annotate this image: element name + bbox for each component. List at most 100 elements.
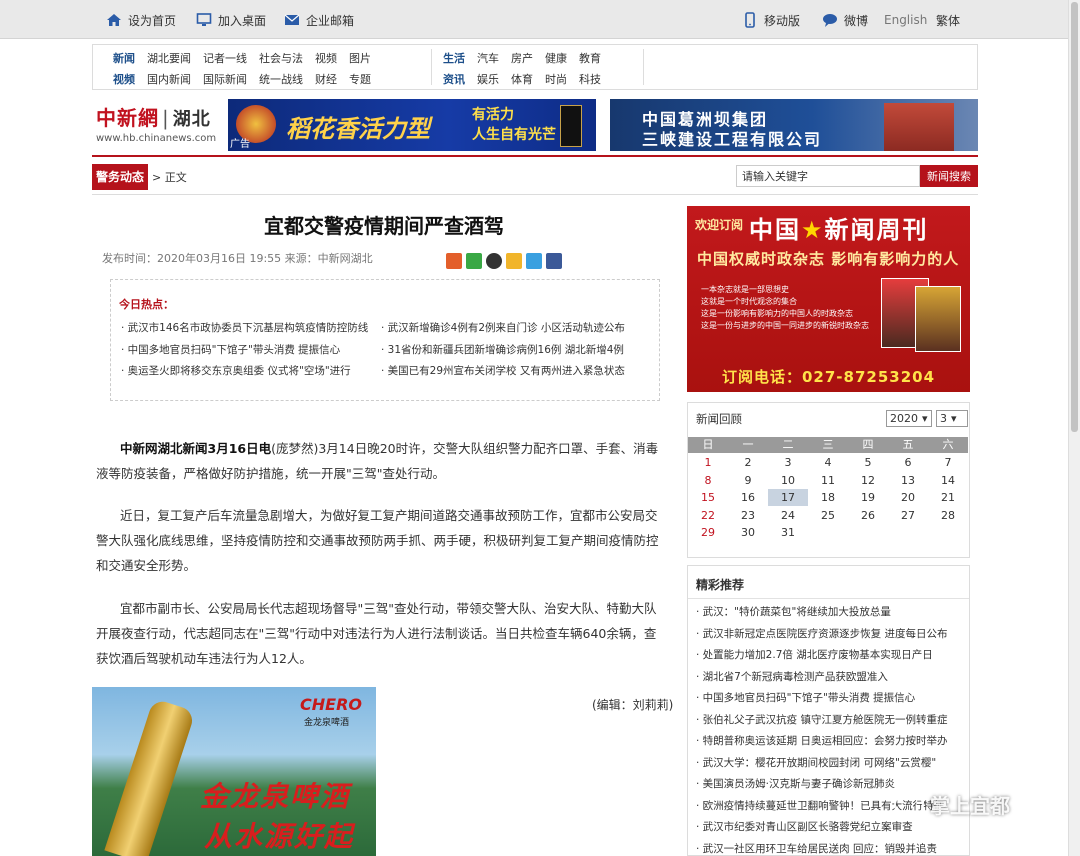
calendar-day[interactable]: 19	[848, 489, 888, 506]
weekday-label: 二	[782, 438, 794, 451]
share-qq-icon[interactable]	[486, 253, 502, 269]
channel-link[interactable]: 记者一线	[203, 50, 247, 66]
channel-link[interactable]: 国内新闻	[147, 71, 191, 87]
recommend-link[interactable]: · 美国演员汤姆·汉克斯与妻子确诊新冠肺炎	[696, 776, 964, 791]
hot-topics-box: 今日热点： · 武汉市146名市政协委员下沉基层构筑疫情防控防线 · 武汉新增确…	[110, 279, 660, 401]
channel-link[interactable]: 健康	[545, 50, 567, 66]
channel-link[interactable]: 生活	[443, 50, 465, 66]
calendar-day[interactable]: 5	[848, 454, 888, 471]
channel-link[interactable]: 汽车	[477, 50, 499, 66]
calendar-day[interactable]: 1	[688, 454, 728, 471]
scrollbar-thumb[interactable]	[1071, 2, 1078, 432]
channel-link[interactable]: 娱乐	[477, 71, 499, 87]
hot-topic-link[interactable]: · 奥运圣火即将移交东京奥组委 仪式将"空场"进行	[121, 363, 351, 378]
calendar-day[interactable]: 25	[808, 507, 848, 524]
calendar-day[interactable]: 29	[688, 524, 728, 541]
channel-divider	[643, 49, 644, 85]
weibo-link[interactable]: 微博	[822, 11, 868, 29]
beer-ad[interactable]: CHERO 金龙泉啤酒 金龙泉啤酒 从水源好起	[92, 687, 376, 856]
calendar-day[interactable]: 13	[888, 472, 928, 489]
hot-topic-link[interactable]: · 武汉市146名市政协委员下沉基层构筑疫情防控防线	[121, 320, 368, 335]
channel-link[interactable]: 科技	[579, 71, 601, 87]
enterprise-mail-link[interactable]: 企业邮箱	[284, 11, 354, 29]
calendar-day[interactable]: 12	[848, 472, 888, 489]
channel-link[interactable]: 资讯	[443, 71, 465, 87]
hot-topic-link[interactable]: · 武汉新增确诊4例有2例来自门诊 小区活动轨迹公布	[381, 320, 625, 335]
banner-ad-gezhouba[interactable]: 中国葛洲坝集团 三峡建设工程有限公司	[610, 99, 978, 151]
traditional-chinese-link[interactable]: 繁体	[936, 11, 960, 29]
site-logo[interactable]: 中新網 | 湖北 www.hb.chinanews.com	[96, 102, 220, 150]
channel-link[interactable]: 湖北要闻	[147, 50, 191, 66]
channel-link[interactable]: 专题	[349, 71, 371, 87]
calendar-day[interactable]: 16	[728, 489, 768, 506]
channel-link[interactable]: 教育	[579, 50, 601, 66]
channel-link[interactable]: 统一战线	[259, 71, 303, 87]
calendar-day[interactable]: 28	[928, 507, 968, 524]
news-search-button[interactable]: 新闻搜索	[920, 165, 978, 187]
mobile-version-link[interactable]: 移动版	[742, 11, 800, 29]
calendar-day[interactable]: 3	[768, 454, 808, 471]
share-qzone-icon[interactable]	[506, 253, 522, 269]
recommend-link[interactable]: · 湖北省7个新冠病毒检测产品获欧盟准入	[696, 669, 964, 684]
search-input[interactable]	[736, 165, 920, 187]
channel-link[interactable]: 视频	[315, 50, 337, 66]
calendar-day[interactable]: 23	[728, 507, 768, 524]
share-facebook-icon[interactable]	[546, 253, 562, 269]
calendar-day[interactable]: 9	[728, 472, 768, 489]
calendar-day[interactable]: 30	[728, 524, 768, 541]
calendar-day[interactable]: 14	[928, 472, 968, 489]
chevron-down-icon: ▾	[922, 412, 928, 425]
calendar-day[interactable]: 15	[688, 489, 728, 506]
calendar-day[interactable]: 26	[848, 507, 888, 524]
share-wechat-icon[interactable]	[466, 253, 482, 269]
english-link[interactable]: English	[884, 11, 927, 29]
calendar-day[interactable]: 18	[808, 489, 848, 506]
year-select[interactable]: 2020 ▾	[886, 410, 932, 427]
hot-topic-link[interactable]: · 31省份和新疆兵团新增确诊病例16例 湖北新增4例	[381, 342, 624, 357]
calendar-day[interactable]: 20	[888, 489, 928, 506]
calendar-day[interactable]: 6	[888, 454, 928, 471]
calendar-day[interactable]: 4	[808, 454, 848, 471]
channel-link[interactable]: 财经	[315, 71, 337, 87]
calendar-day[interactable]: 11	[808, 472, 848, 489]
calendar-day[interactable]: 24	[768, 507, 808, 524]
magazine-ad[interactable]: 欢迎订阅 中国★新闻周刊 中国权威时政杂志 影响有影响力的人 一本杂志就是一部思…	[687, 206, 970, 392]
share-weibo-icon[interactable]	[446, 253, 462, 269]
recommend-link[interactable]: · 武汉大学：樱花开放期间校园封闭 可网络"云赏樱"	[696, 755, 964, 770]
recommend-link[interactable]: · 武汉："特价蔬菜包"将继续加大投放总量	[696, 604, 964, 619]
hot-topic-link[interactable]: · 美国已有29州宣布关闭学校 又有两州进入紧急状态	[381, 363, 625, 378]
calendar-day[interactable]: 22	[688, 507, 728, 524]
set-homepage-link[interactable]: 设为首页	[106, 11, 176, 29]
channel-link[interactable]: 国际新闻	[203, 71, 247, 87]
calendar-day[interactable]: 17	[768, 489, 808, 507]
calendar-day[interactable]: 31	[768, 524, 808, 541]
channel-link[interactable]: 视频	[113, 71, 135, 87]
share-twitter-icon[interactable]	[526, 253, 542, 269]
recommend-link[interactable]: · 张伯礼父子武汉抗疫 镇守江夏方舱医院无一例转重症	[696, 712, 964, 727]
calendar-day[interactable]: 21	[928, 489, 968, 506]
recommend-link[interactable]: · 中国多地官员扫码"下馆子"带头消费 提振信心	[696, 690, 964, 705]
recommend-link[interactable]: · 处置能力增加2.7倍 湖北医疗废物基本实现日产日	[696, 647, 964, 662]
channel-link[interactable]: 房产	[511, 50, 533, 66]
add-to-desktop-link[interactable]: 加入桌面	[196, 11, 266, 29]
calendar-day[interactable]: 8	[688, 472, 728, 489]
channel-link[interactable]: 社会与法	[259, 50, 303, 66]
calendar-day[interactable]: 27	[888, 507, 928, 524]
calendar-day[interactable]: 2	[728, 454, 768, 471]
channel-divider	[431, 49, 432, 85]
calendar-day[interactable]: 7	[928, 454, 968, 471]
month-select[interactable]: 3 ▾	[936, 410, 968, 427]
recommend-link[interactable]: · 武汉一社区用环卫车给居民送肉 回应：销毁并追责	[696, 841, 964, 856]
channel-link[interactable]: 图片	[349, 50, 371, 66]
scrollbar[interactable]	[1068, 0, 1080, 856]
hot-topic-link[interactable]: · 中国多地官员扫码"下馆子"带头消费 提振信心	[121, 342, 340, 357]
recommend-link[interactable]: · 武汉非新冠定点医院医疗资源逐步恢复 进度每日公布	[696, 626, 964, 641]
channel-link[interactable]: 时尚	[545, 71, 567, 87]
recommend-link[interactable]: · 武汉市纪委对青山区副区长骆蓉党纪立案审查	[696, 819, 964, 834]
breadcrumb-section[interactable]: 警务动态	[92, 164, 149, 190]
channel-link[interactable]: 新闻	[113, 50, 135, 66]
banner-ad-daohuaxiang[interactable]: 稻花香活力型 有活力 人生自有光芒 广告	[228, 99, 596, 151]
channel-link[interactable]: 体育	[511, 71, 533, 87]
calendar-day[interactable]: 10	[768, 472, 808, 489]
recommend-link[interactable]: · 特朗普称奥运该延期 日奥运相回应：会努力按时举办	[696, 733, 964, 748]
